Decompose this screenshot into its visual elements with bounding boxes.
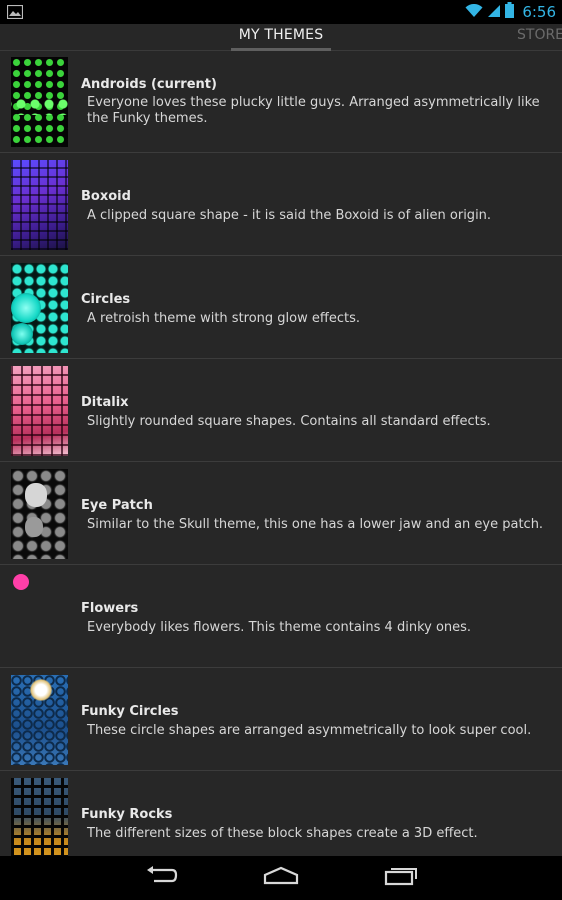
theme-title: Funky Rocks [81, 807, 173, 822]
home-button[interactable] [251, 864, 311, 892]
theme-item-circles[interactable]: Circles A retroish theme with strong glo… [0, 257, 562, 359]
theme-item-androids[interactable]: Androids (current) Everyone loves these … [0, 51, 562, 153]
theme-thumbnail-circles [11, 263, 68, 353]
theme-item-boxoid[interactable]: Boxoid A clipped square shape - it is sa… [0, 154, 562, 256]
theme-description: The different sizes of these block shape… [87, 826, 478, 841]
gallery-notification-icon [6, 4, 24, 20]
recent-apps-button[interactable] [371, 864, 431, 892]
theme-description: Slightly rounded square shapes. Contains… [87, 414, 491, 429]
navigation-bar [0, 856, 562, 900]
theme-thumbnail-ditalix [11, 366, 68, 456]
signal-icon [487, 3, 501, 22]
theme-title: Funky Circles [81, 704, 179, 719]
tab-bar: MY THEMES STORE [0, 24, 562, 51]
theme-description: A clipped square shape - it is said the … [87, 208, 492, 223]
theme-title: Androids (current) [81, 77, 217, 92]
theme-thumbnail-eye-patch [11, 469, 68, 559]
back-button[interactable] [131, 864, 191, 892]
theme-thumbnail-androids [11, 57, 68, 147]
status-bar: 6:56 [0, 0, 562, 24]
back-icon [144, 866, 178, 890]
theme-item-funky-rocks[interactable]: Funky Rocks The different sizes of these… [0, 772, 562, 856]
theme-description: Similar to the Skull theme, this one has… [87, 517, 544, 532]
tab-store[interactable]: STORE [517, 24, 562, 50]
theme-title: Ditalix [81, 395, 129, 410]
theme-description: Everybody likes flowers. This theme cont… [87, 620, 472, 635]
theme-description: Everyone loves these plucky little guys.… [87, 95, 540, 126]
home-icon [263, 866, 299, 890]
theme-title: Boxoid [81, 189, 131, 204]
theme-item-eye-patch[interactable]: Eye Patch Similar to the Skull theme, th… [0, 463, 562, 565]
battery-icon [505, 2, 515, 22]
theme-item-flowers[interactable]: Flowers Everybody likes flowers. This th… [0, 566, 562, 668]
theme-thumbnail-funky-rocks [11, 778, 68, 856]
tab-my-themes-label: MY THEMES [238, 27, 324, 43]
tab-my-themes[interactable]: MY THEMES [231, 24, 331, 51]
clock: 6:56 [522, 3, 556, 21]
theme-item-funky-circles[interactable]: Funky Circles These circle shapes are ar… [0, 669, 562, 771]
theme-title: Flowers [81, 601, 139, 616]
theme-title: Eye Patch [81, 498, 153, 513]
theme-thumbnail-funky-circles [11, 675, 68, 765]
theme-list[interactable]: Androids (current) Everyone loves these … [0, 51, 562, 856]
wifi-icon [465, 3, 483, 22]
theme-thumbnail-boxoid [11, 160, 68, 250]
theme-description: These circle shapes are arranged asymmet… [87, 723, 532, 738]
theme-item-ditalix[interactable]: Ditalix Slightly rounded square shapes. … [0, 360, 562, 462]
theme-description: A retroish theme with strong glow effect… [87, 311, 360, 326]
theme-thumbnail-flowers [11, 572, 68, 662]
theme-title: Circles [81, 292, 131, 307]
recent-apps-icon [384, 866, 418, 890]
